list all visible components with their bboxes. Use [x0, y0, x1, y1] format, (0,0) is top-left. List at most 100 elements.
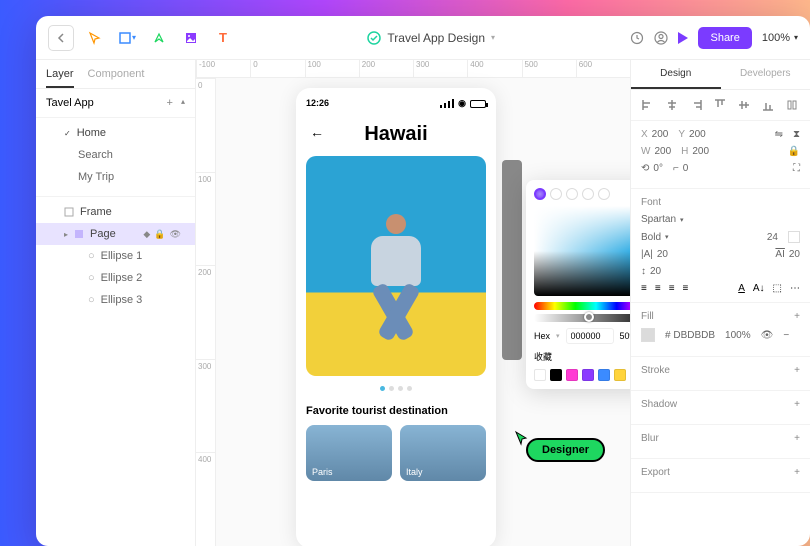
tree-page[interactable]: ▸ Page ◆ 🔒 👁 — [36, 223, 195, 245]
status-time: 12:26 — [306, 98, 329, 109]
lock-icon[interactable]: 🔒 — [154, 229, 165, 240]
tab-developers[interactable]: Developers — [721, 60, 810, 89]
distribute-icon[interactable] — [785, 98, 799, 112]
add-blur-icon[interactable]: + — [794, 433, 800, 444]
opacity-value[interactable]: 50% — [620, 331, 630, 341]
add-shadow-icon[interactable]: + — [794, 399, 800, 410]
fill-type-linear[interactable] — [550, 188, 562, 200]
play-button[interactable] — [678, 32, 688, 44]
project-row[interactable]: Tavel App + ▴ — [36, 89, 195, 118]
swatch[interactable] — [582, 369, 594, 381]
corner-value[interactable]: 0 — [683, 163, 689, 174]
ruler-vertical: 0100200300400 — [196, 78, 216, 546]
tree-home[interactable]: ✓Home — [36, 122, 195, 144]
lock-aspect-icon[interactable]: 🔒 — [788, 146, 800, 157]
x-value[interactable]: 200 — [652, 129, 669, 140]
rotation-value[interactable]: 0° — [653, 163, 663, 174]
align-h-center-icon[interactable] — [665, 98, 679, 112]
swatch[interactable] — [550, 369, 562, 381]
tab-component[interactable]: Component — [88, 68, 145, 88]
layer-tree: Frame ▸ Page ◆ 🔒 👁 ○Ellipse 1 ○Ellipse 2… — [36, 196, 195, 315]
cursor-tool[interactable] — [86, 29, 104, 47]
image-tool[interactable] — [182, 29, 200, 47]
align-left-icon[interactable] — [641, 98, 655, 112]
tree-frame[interactable]: Frame — [36, 201, 195, 223]
hex-input[interactable] — [566, 328, 614, 344]
tree-search[interactable]: Search — [36, 144, 195, 166]
text-more-icon[interactable]: ⋯ — [790, 283, 800, 294]
text-style-icon[interactable]: A — [738, 283, 745, 294]
text-tool[interactable]: T — [214, 29, 232, 47]
fill-type-solid[interactable] — [534, 188, 546, 200]
flip-h-icon[interactable]: ⇋ — [775, 129, 783, 140]
history-icon[interactable] — [630, 31, 644, 45]
back-button[interactable] — [48, 25, 74, 51]
canvas[interactable]: -1000100200300400500600 0100200300400 12… — [196, 60, 630, 546]
text-case-icon[interactable]: A↓ — [753, 283, 765, 294]
fill-type-image[interactable] — [598, 188, 610, 200]
hero-image — [306, 156, 486, 376]
mobile-status-bar: 12:26 ◉ — [306, 98, 486, 109]
pen-tool[interactable] — [150, 29, 168, 47]
h-value[interactable]: 200 — [692, 146, 709, 157]
stroke-section: Stroke+ — [631, 357, 810, 391]
y-value[interactable]: 200 — [689, 129, 706, 140]
align-top-icon[interactable] — [713, 98, 727, 112]
text-align-justify-icon[interactable]: ≡ — [683, 283, 689, 294]
fill-hex[interactable]: # DBDBDB — [665, 330, 715, 341]
w-value[interactable]: 200 — [654, 146, 671, 157]
add-page-icon[interactable]: + — [167, 97, 173, 109]
add-export-icon[interactable]: + — [794, 467, 800, 478]
alpha-slider[interactable] — [534, 314, 630, 322]
fill-type-radial[interactable] — [566, 188, 578, 200]
tab-layer[interactable]: Layer — [46, 68, 74, 88]
frame-tool[interactable]: ▾ — [118, 29, 136, 47]
swatches — [534, 369, 630, 381]
font-weight-select[interactable]: Bold ▾ — [641, 232, 669, 243]
zoom-control[interactable]: 100%▾ — [762, 32, 798, 44]
fill-visibility-icon[interactable]: 👁 — [761, 330, 774, 341]
letter-spacing-icon: AI — [775, 249, 784, 260]
share-button[interactable]: Share — [698, 27, 751, 49]
frame-icon — [64, 207, 74, 217]
component-icon[interactable]: ◆ — [143, 229, 150, 240]
tree-ellipse-3[interactable]: ○Ellipse 3 — [36, 289, 195, 311]
visibility-icon[interactable]: 👁 — [170, 229, 181, 240]
swatch[interactable] — [566, 369, 578, 381]
tree-ellipse-2[interactable]: ○Ellipse 2 — [36, 267, 195, 289]
add-fill-icon[interactable]: + — [794, 311, 800, 322]
font-size-value[interactable]: 24 — [767, 232, 778, 243]
align-right-icon[interactable] — [689, 98, 703, 112]
text-crop-icon[interactable]: ⬚ — [773, 283, 782, 294]
timer-icon[interactable]: ⧗ — [793, 129, 800, 140]
add-stroke-icon[interactable]: + — [794, 365, 800, 376]
left-panel: Layer Component Tavel App + ▴ ✓Home Sear… — [36, 60, 196, 546]
fill-type-angular[interactable] — [582, 188, 594, 200]
document-title[interactable]: Travel App Design ▾ — [244, 31, 618, 45]
collapse-icon[interactable]: ▴ — [181, 97, 185, 109]
fill-remove-icon[interactable]: − — [783, 330, 789, 341]
font-options-icon[interactable] — [788, 231, 800, 243]
hue-slider[interactable] — [534, 302, 630, 310]
swatch[interactable] — [534, 369, 546, 381]
swatch[interactable] — [598, 369, 610, 381]
text-align-left-icon[interactable]: ≡ — [641, 283, 647, 294]
user-avatar-icon[interactable] — [654, 31, 668, 45]
tab-design[interactable]: Design — [631, 60, 721, 89]
doc-title-text: Travel App Design — [387, 31, 485, 45]
color-field[interactable] — [534, 206, 630, 296]
text-align-center-icon[interactable]: ≡ — [655, 283, 661, 294]
expand-corners-icon[interactable]: ⛶ — [793, 163, 800, 174]
text-align-right-icon[interactable]: ≡ — [669, 283, 675, 294]
tree-mytrip[interactable]: My Trip — [36, 166, 195, 188]
tree-ellipse-1[interactable]: ○Ellipse 1 — [36, 245, 195, 267]
font-family-select[interactable]: Spartan ▾ — [641, 214, 684, 225]
align-bottom-icon[interactable] — [761, 98, 775, 112]
swatch[interactable] — [614, 369, 626, 381]
artboard-mobile[interactable]: 12:26 ◉ ← Hawaii Favorite tourist destin… — [296, 88, 496, 546]
align-v-center-icon[interactable] — [737, 98, 751, 112]
fill-swatch[interactable] — [641, 328, 655, 342]
color-picker[interactable]: ⊙ × ✐ Hex▾ 50% 收藏 + — [526, 180, 630, 389]
fill-opacity[interactable]: 100% — [725, 330, 751, 341]
wifi-icon: ◉ — [458, 98, 466, 109]
